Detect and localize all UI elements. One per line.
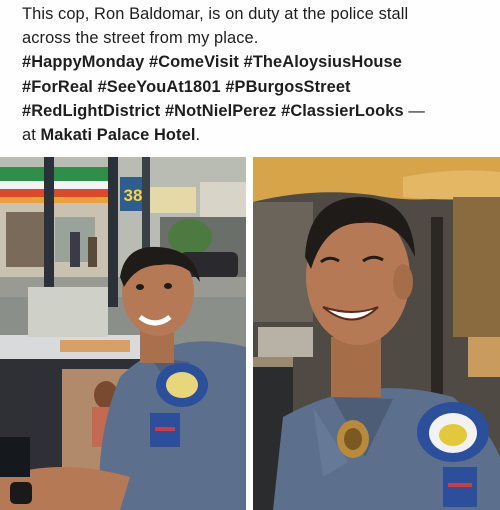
location-suffix: . (195, 126, 201, 145)
store-sign-number: 38 (124, 186, 143, 205)
photo-right[interactable] (253, 157, 500, 510)
hashtag-line-3[interactable]: #RedLightDistrict #NotNielPerez #Classie… (22, 102, 404, 120)
hashtag-line-1[interactable]: #HappyMonday #ComeVisit #TheAloysiusHous… (22, 50, 484, 74)
post-card: This cop, Ron Baldomar, is on duty at th… (0, 0, 500, 510)
location-prefix: at (22, 126, 41, 145)
hashtag-dash: — (403, 101, 425, 120)
caption-line-1: This cop, Ron Baldomar, is on duty at th… (22, 5, 409, 23)
photo-gap (246, 157, 253, 510)
post-caption: This cop, Ron Baldomar, is on duty at th… (22, 2, 484, 147)
caption-line-2: across the street from my place. (22, 29, 259, 48)
photo-left-image: 38 (0, 157, 246, 510)
hashtag-line-2[interactable]: #ForReal #SeeYouAt1801 #PBurgosStreet (22, 75, 484, 99)
photo-left[interactable]: 38 (0, 157, 246, 510)
location-link[interactable]: Makati Palace Hotel (41, 126, 196, 144)
photo-right-image (253, 157, 500, 510)
